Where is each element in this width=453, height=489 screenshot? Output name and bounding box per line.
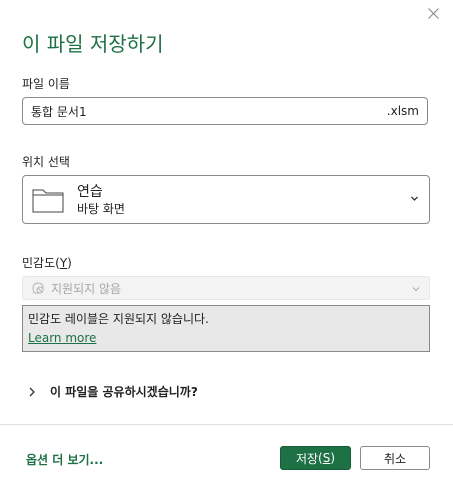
more-options-link[interactable]: 옵션 더 보기... [26, 451, 103, 468]
sensitivity-label-text: 민감도 [22, 256, 56, 270]
sensitivity-dropdown: 지원되지 않음 [22, 276, 430, 300]
location-dropdown[interactable]: 연습 바탕 화면 [22, 175, 430, 224]
filename-label: 파일 이름 [22, 77, 70, 91]
learn-more-link[interactable]: Learn more [28, 331, 96, 345]
sensitivity-label: 민감도(Y) [22, 256, 72, 270]
close-icon [427, 7, 439, 19]
dialog-title: 이 파일 저장하기 [22, 32, 164, 56]
filename-field[interactable]: .xlsm [22, 97, 428, 125]
location-path: 바탕 화면 [77, 201, 125, 216]
save-button-label: 저장 [295, 451, 319, 466]
location-name: 연습 [77, 183, 103, 200]
sensitivity-access-key: Y [59, 256, 68, 270]
footer-divider [0, 424, 453, 425]
sensitivity-notice: 민감도 레이블은 지원되지 않습니다. Learn more [22, 305, 430, 352]
file-extension: .xlsm [386, 104, 419, 118]
folder-icon [32, 189, 64, 212]
sensitivity-notice-text: 민감도 레이블은 지원되지 않습니다. [28, 312, 209, 326]
save-access-key: S [322, 451, 331, 465]
chevron-right-icon [29, 387, 35, 396]
cancel-button[interactable]: 취소 [360, 446, 430, 470]
chevron-down-icon [412, 287, 420, 292]
sensitivity-dropdown-text: 지원되지 않음 [51, 281, 122, 296]
share-label: 이 파일을 공유하시겠습니까? [50, 385, 198, 399]
save-button[interactable]: 저장(S) [280, 446, 351, 470]
sensitivity-disabled-icon [32, 282, 44, 294]
filename-input[interactable] [31, 104, 387, 118]
close-button[interactable] [424, 4, 442, 22]
chevron-down-icon [411, 196, 418, 201]
share-expander[interactable]: 이 파일을 공유하시겠습니까? [28, 383, 198, 400]
location-label: 위치 선택 [22, 155, 70, 169]
